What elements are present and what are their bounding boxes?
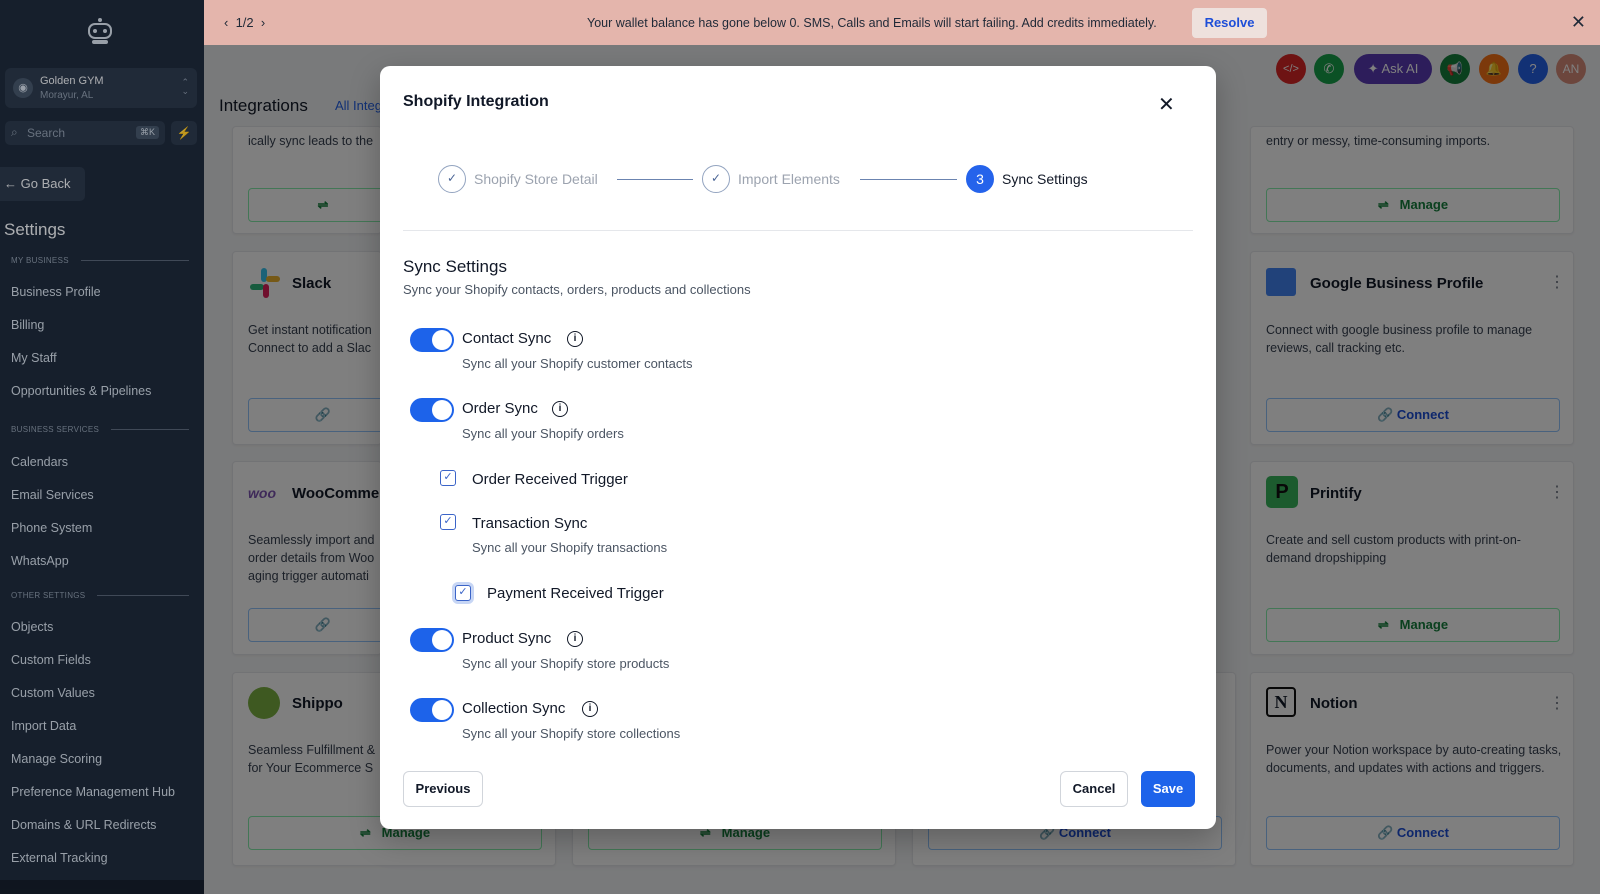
close-modal-icon[interactable]: ✕ <box>1158 92 1175 117</box>
contact-sync-label: Contact Sync <box>462 330 552 347</box>
sidebar-backdrop <box>0 0 204 894</box>
save-button[interactable]: Save <box>1141 771 1195 807</box>
product-sync-toggle[interactable] <box>410 628 454 652</box>
order-sync-label: Order Sync <box>462 400 538 417</box>
transaction-sync-label: Transaction Sync <box>472 515 588 532</box>
cancel-button[interactable]: Cancel <box>1060 771 1128 807</box>
section-subtitle: Sync your Shopify contacts, orders, prod… <box>403 282 751 297</box>
contact-sync-description: Sync all your Shopify customer contacts <box>462 356 693 371</box>
transaction-sync-description: Sync all your Shopify transactions <box>472 540 668 555</box>
order-sync-toggle[interactable] <box>410 398 454 422</box>
banner-page-count: 1/2 <box>235 15 254 30</box>
divider <box>403 230 1193 231</box>
product-sync-label: Product Sync <box>462 630 552 647</box>
step-sync-settings[interactable]: 3 Sync Settings <box>966 165 1088 193</box>
order-sync-description: Sync all your Shopify orders <box>462 426 624 441</box>
order-received-trigger-label: Order Received Trigger <box>472 471 628 488</box>
shopify-integration-modal: Shopify Integration ✕ ✓ Shopify Store De… <box>380 66 1216 829</box>
info-icon[interactable]: i <box>567 331 583 347</box>
close-banner-icon[interactable]: ✕ <box>1571 12 1586 33</box>
contact-sync-toggle[interactable] <box>410 328 454 352</box>
next-icon[interactable]: › <box>261 15 265 30</box>
info-icon[interactable]: i <box>582 701 598 717</box>
wallet-warning-banner: ‹ 1/2 › Your wallet balance has gone bel… <box>204 0 1600 45</box>
prev-icon[interactable]: ‹ <box>224 15 228 30</box>
product-sync-description: Sync all your Shopify store products <box>462 656 670 671</box>
previous-button[interactable]: Previous <box>403 771 483 807</box>
collection-sync-label: Collection Sync <box>462 700 566 717</box>
transaction-sync-checkbox[interactable]: ✓ <box>440 514 456 530</box>
payment-received-trigger-checkbox[interactable]: ✓ <box>455 585 471 601</box>
order-received-trigger-checkbox[interactable]: ✓ <box>440 470 456 486</box>
step-connector <box>617 179 693 180</box>
check-icon: ✓ <box>438 165 466 193</box>
step-number: 3 <box>966 165 994 193</box>
modal-title: Shopify Integration <box>403 93 549 110</box>
resolve-button[interactable]: Resolve <box>1192 8 1267 38</box>
banner-message: Your wallet balance has gone below 0. SM… <box>587 16 1157 30</box>
payment-received-trigger-label: Payment Received Trigger <box>487 585 664 602</box>
section-title: Sync Settings <box>403 257 507 276</box>
step-shopify-store-detail[interactable]: ✓ Shopify Store Detail <box>438 165 598 193</box>
banner-pager: ‹ 1/2 › <box>224 15 265 30</box>
collection-sync-description: Sync all your Shopify store collections <box>462 726 681 741</box>
info-icon[interactable]: i <box>567 631 583 647</box>
step-label: Sync Settings <box>1002 171 1088 187</box>
collection-sync-toggle[interactable] <box>410 698 454 722</box>
step-label: Import Elements <box>738 171 840 187</box>
step-connector <box>860 179 957 180</box>
step-import-elements[interactable]: ✓ Import Elements <box>702 165 840 193</box>
check-icon: ✓ <box>702 165 730 193</box>
info-icon[interactable]: i <box>552 401 568 417</box>
step-label: Shopify Store Detail <box>474 171 598 187</box>
